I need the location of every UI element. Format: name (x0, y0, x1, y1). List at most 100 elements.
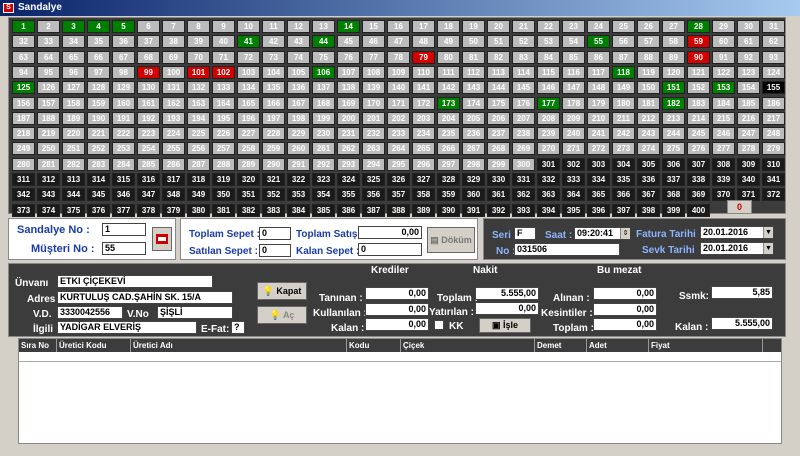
seat-333[interactable]: 333 (562, 173, 585, 186)
no-input[interactable]: 031506 (514, 243, 620, 256)
seat-261[interactable]: 261 (312, 142, 335, 156)
seat-132[interactable]: 132 (187, 81, 210, 95)
seat-395[interactable]: 395 (562, 203, 585, 217)
right-kalan-input[interactable]: 5.555,00 (711, 317, 773, 330)
kullanilan-input[interactable]: 0,00 (365, 303, 429, 316)
seat-391[interactable]: 391 (462, 203, 485, 217)
seat-210[interactable]: 210 (587, 111, 610, 125)
col-demet[interactable]: Demet (535, 339, 587, 352)
seat-283[interactable]: 283 (87, 157, 110, 171)
dokum-button[interactable]: ▤ Döküm (427, 227, 475, 253)
seat-340[interactable]: 340 (737, 173, 760, 186)
seat-78[interactable]: 78 (387, 50, 410, 64)
seat-69[interactable]: 69 (162, 50, 185, 64)
seat-54[interactable]: 54 (562, 35, 585, 49)
seat-181[interactable]: 181 (637, 96, 660, 110)
seat-273[interactable]: 273 (612, 142, 635, 156)
col-sira-no[interactable]: Sıra No (19, 339, 57, 352)
seat-6[interactable]: 6 (137, 20, 160, 33)
seat-188[interactable]: 188 (37, 111, 60, 125)
seat-111[interactable]: 111 (437, 65, 460, 79)
sevk-tarihi-dropdown[interactable]: ▼ (763, 243, 773, 254)
seat-53[interactable]: 53 (537, 35, 560, 49)
seat-377[interactable]: 377 (112, 203, 135, 217)
seat-275[interactable]: 275 (662, 142, 685, 156)
seat-368[interactable]: 368 (662, 188, 685, 202)
seat-180[interactable]: 180 (612, 96, 635, 110)
seat-26[interactable]: 26 (637, 20, 660, 33)
seat-84[interactable]: 84 (537, 50, 560, 64)
seat-381[interactable]: 381 (212, 203, 235, 217)
seat-211[interactable]: 211 (612, 111, 635, 125)
seat-230[interactable]: 230 (312, 127, 335, 141)
ilgili-input[interactable]: YADİGAR ELVERİŞ (57, 321, 197, 334)
seat-145[interactable]: 145 (512, 81, 535, 95)
seat-49[interactable]: 49 (437, 35, 460, 49)
seat-229[interactable]: 229 (287, 127, 310, 141)
seat-176[interactable]: 176 (512, 96, 535, 110)
seat-73[interactable]: 73 (262, 50, 285, 64)
seat-106[interactable]: 106 (312, 65, 335, 79)
seat-392[interactable]: 392 (487, 203, 510, 217)
vd-input[interactable]: 3330042556 (57, 306, 123, 319)
seat-373[interactable]: 373 (12, 203, 35, 217)
seat-134[interactable]: 134 (237, 81, 260, 95)
seat-119[interactable]: 119 (637, 65, 660, 79)
seat-183[interactable]: 183 (687, 96, 710, 110)
seat-75[interactable]: 75 (312, 50, 335, 64)
seat-394[interactable]: 394 (537, 203, 560, 217)
seat-271[interactable]: 271 (562, 142, 585, 156)
seat-202[interactable]: 202 (387, 111, 410, 125)
seat-199[interactable]: 199 (312, 111, 335, 125)
seat-384[interactable]: 384 (287, 203, 310, 217)
seat-364[interactable]: 364 (562, 188, 585, 202)
toplam-sepet-input[interactable]: 0 (259, 227, 291, 240)
seat-10[interactable]: 10 (237, 20, 260, 33)
seat-185[interactable]: 185 (737, 96, 760, 110)
seat-137[interactable]: 137 (312, 81, 335, 95)
seat-114[interactable]: 114 (512, 65, 535, 79)
seat-149[interactable]: 149 (612, 81, 635, 95)
seat-45[interactable]: 45 (337, 35, 360, 49)
seat-56[interactable]: 56 (612, 35, 635, 49)
seat-105[interactable]: 105 (287, 65, 310, 79)
seat-68[interactable]: 68 (137, 50, 160, 64)
seat-29[interactable]: 29 (712, 20, 735, 33)
seat-194[interactable]: 194 (187, 111, 210, 125)
seat-8[interactable]: 8 (187, 20, 210, 33)
seat-306[interactable]: 306 (662, 157, 685, 171)
seat-96[interactable]: 96 (62, 65, 85, 79)
seat-267[interactable]: 267 (462, 142, 485, 156)
seat-72[interactable]: 72 (237, 50, 260, 64)
seat-127[interactable]: 127 (62, 81, 85, 95)
seat-289[interactable]: 289 (237, 157, 260, 171)
seat-156[interactable]: 156 (12, 96, 35, 110)
seat-232[interactable]: 232 (362, 127, 385, 141)
seat-357[interactable]: 357 (387, 188, 410, 202)
seat-4[interactable]: 4 (87, 20, 110, 33)
seat-319[interactable]: 319 (212, 173, 235, 186)
seat-269[interactable]: 269 (512, 142, 535, 156)
seat-198[interactable]: 198 (287, 111, 310, 125)
seat-221[interactable]: 221 (87, 127, 110, 141)
seat-322[interactable]: 322 (287, 173, 310, 186)
seat-396[interactable]: 396 (587, 203, 610, 217)
seat-320[interactable]: 320 (237, 173, 260, 186)
satilan-sepet-input[interactable]: 0 (259, 244, 291, 257)
seat-326[interactable]: 326 (387, 173, 410, 186)
seat-213[interactable]: 213 (662, 111, 685, 125)
seat-139[interactable]: 139 (362, 81, 385, 95)
col-uretici-adi[interactable]: Üretici Adı (131, 339, 347, 352)
zero-button[interactable]: 0 (727, 200, 752, 214)
col-kodu[interactable]: Kodu (347, 339, 401, 352)
seat-77[interactable]: 77 (362, 50, 385, 64)
seat-296[interactable]: 296 (412, 157, 435, 171)
seat-63[interactable]: 63 (12, 50, 35, 64)
seat-130[interactable]: 130 (137, 81, 160, 95)
seat-92[interactable]: 92 (737, 50, 760, 64)
seat-107[interactable]: 107 (337, 65, 360, 79)
seat-345[interactable]: 345 (87, 188, 110, 202)
seat-103[interactable]: 103 (237, 65, 260, 79)
seat-347[interactable]: 347 (137, 188, 160, 202)
adres-input[interactable]: KURTULUŞ CAD.ŞAHİN SK. 15/A (57, 291, 233, 304)
